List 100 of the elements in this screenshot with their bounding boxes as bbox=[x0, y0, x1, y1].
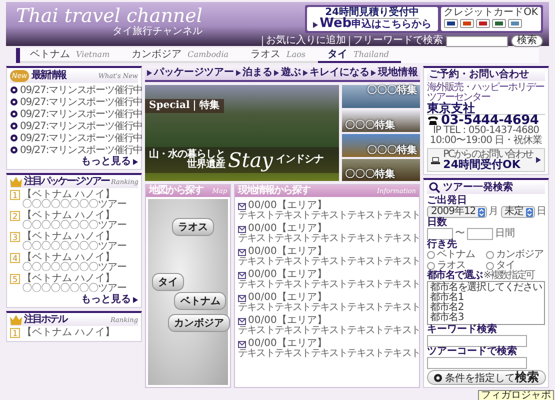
search-button[interactable]: 検索 bbox=[511, 35, 543, 47]
map-country-button[interactable]: ベトナム bbox=[174, 292, 226, 310]
arrow-icon bbox=[236, 70, 240, 76]
menu-link[interactable]: パッケージツアー bbox=[147, 68, 234, 78]
news-link[interactable]: 09/27:マリンスポーツ催行中 bbox=[20, 133, 143, 144]
field-note: ※複数指定可 bbox=[483, 271, 534, 281]
ranking-link[interactable]: 【ベトナム ハノイ】 bbox=[22, 274, 126, 284]
ranking-link[interactable]: 【ベトナム ハノイ】 bbox=[22, 190, 126, 200]
country-tab[interactable]: ラオス Laos bbox=[240, 48, 318, 63]
search-header: ツアー一発検索 bbox=[443, 182, 513, 192]
arrow-icon bbox=[133, 159, 138, 165]
info-text: テキストテキストテキストテキストテキスト bbox=[238, 233, 420, 244]
info-text: テキストテキストテキストテキストテキスト bbox=[238, 279, 420, 290]
info-link[interactable]: 00/00【エリア】 bbox=[248, 293, 327, 303]
pc-contact-button[interactable]: PCからのお問い合わせ 24時間受付OK bbox=[427, 148, 545, 172]
info-link[interactable]: 00/00【エリア】 bbox=[248, 201, 327, 211]
menu-link[interactable]: 現地情報 bbox=[371, 68, 418, 78]
arrow-icon bbox=[536, 157, 541, 163]
search-submit-button[interactable]: 条件を指定して検索 bbox=[427, 370, 546, 385]
radio-button[interactable] bbox=[486, 251, 494, 259]
credit-card-icon bbox=[508, 19, 522, 28]
ranking-link[interactable]: 〇〇〇〇〇〇〇〇ツアー bbox=[22, 263, 126, 273]
range-separator: 〜 bbox=[455, 229, 465, 239]
tour-code-field[interactable] bbox=[427, 357, 527, 369]
ranking-link[interactable]: 【ベトナム ハノイ】 bbox=[22, 253, 126, 263]
ranking-link[interactable]: 〇〇〇〇〇〇〇〇ツアー bbox=[22, 242, 126, 252]
feature-thumbnail[interactable]: 〇〇〇特集 bbox=[342, 110, 420, 132]
field-label: 日数 bbox=[427, 218, 448, 228]
menu-link[interactable]: 泊まる bbox=[236, 68, 272, 78]
info-text: テキストテキストテキストテキストテキスト bbox=[238, 348, 420, 359]
mail-icon bbox=[238, 226, 246, 232]
radio-button[interactable] bbox=[486, 262, 494, 270]
ranking-link[interactable]: 〇〇〇〇〇〇〇〇ツアー bbox=[22, 284, 126, 294]
field-label: 都市名で選ぶ bbox=[427, 271, 482, 281]
feature-thumbnail[interactable]: 〇〇〇特集 bbox=[342, 158, 420, 181]
more-link[interactable]: もっと見る bbox=[10, 295, 138, 305]
map-country-button[interactable]: ラオス bbox=[172, 218, 214, 236]
map-country-button[interactable]: カンボジア bbox=[168, 314, 230, 332]
info-link[interactable]: 00/00【エリア】 bbox=[248, 270, 327, 280]
rank-number: 4 bbox=[10, 253, 20, 263]
date-select[interactable]: 未定 bbox=[500, 206, 535, 218]
days-field[interactable] bbox=[467, 228, 493, 240]
header-link[interactable]: お気に入りに追加 bbox=[262, 36, 346, 46]
info-link[interactable]: 00/00【エリア】 bbox=[248, 339, 327, 349]
phone-number: 03-5444-4694 bbox=[441, 116, 539, 126]
info-link[interactable]: 00/00【エリア】 bbox=[248, 316, 327, 326]
bullet-icon bbox=[10, 122, 18, 130]
bullet-icon bbox=[10, 134, 18, 142]
ranking-link[interactable]: 【ベトナム ハノイ】 bbox=[22, 328, 116, 338]
ranking-link[interactable]: 〇〇〇〇〇〇〇〇ツアー bbox=[22, 200, 126, 210]
bullet-icon bbox=[10, 110, 18, 118]
site-subtitle: タイ旅行チャンネル bbox=[112, 27, 202, 37]
bullet-icon bbox=[10, 98, 18, 106]
date-select[interactable]: 2009年12 bbox=[427, 206, 487, 218]
country-tab[interactable]: ベトナム Vietnam bbox=[20, 48, 122, 63]
arrow-icon bbox=[147, 70, 152, 76]
feature-region: インドシナ bbox=[276, 155, 324, 165]
info-link[interactable]: 00/00【エリア】 bbox=[248, 224, 327, 234]
header-link[interactable]: フリーワードで検索 bbox=[349, 36, 443, 46]
field-label: ツアーコードで検索 bbox=[427, 347, 518, 357]
news-link[interactable]: 09/27:マリンスポーツ催行中 bbox=[20, 109, 143, 120]
country-tab[interactable]: カンボジア Cambodia bbox=[122, 48, 241, 63]
mail-icon bbox=[238, 202, 246, 210]
web-booking-banner[interactable]: 24時間見積り受付中 Web申込はこちらから bbox=[306, 7, 438, 31]
site-title: Thai travel channel bbox=[16, 7, 202, 26]
ranking-link[interactable]: 〇〇〇〇〇〇〇〇ツアー bbox=[22, 221, 126, 231]
days-field[interactable] bbox=[427, 228, 453, 240]
radio-button[interactable] bbox=[427, 262, 435, 270]
search-field[interactable] bbox=[446, 36, 508, 46]
office-hours: 10:00〜19:00 日・祝休業 bbox=[428, 136, 544, 146]
ranking-link[interactable]: 【ベトナム ハノイ】 bbox=[22, 211, 126, 221]
arrow-icon bbox=[371, 70, 376, 76]
radio-label: ラオス bbox=[437, 261, 466, 271]
stepper-icon bbox=[478, 208, 485, 216]
menu-link[interactable]: キレイになる bbox=[302, 68, 370, 78]
feature-thumbnail[interactable]: 〇〇〇特集 bbox=[342, 134, 420, 156]
credit-card-icon bbox=[460, 19, 474, 28]
keyword-field[interactable] bbox=[427, 335, 527, 347]
rank-number: 3 bbox=[10, 232, 20, 242]
phone-icon bbox=[427, 116, 439, 126]
card-label: クレジットカードOK bbox=[444, 8, 538, 18]
news-link[interactable]: 09/27:マリンスポーツ催行中 bbox=[20, 85, 143, 96]
contact-center: 海外販売・ハッピーホリデーツアーセンター bbox=[427, 83, 545, 103]
map-country-button[interactable]: タイ bbox=[152, 273, 184, 292]
rank-number: 1 bbox=[10, 328, 20, 338]
info-text: テキストテキストテキストテキストテキスト bbox=[238, 210, 420, 221]
info-link[interactable]: 00/00【エリア】 bbox=[248, 247, 327, 257]
news-link[interactable]: 09/27:マリンスポーツ催行中 bbox=[20, 145, 143, 156]
stepper-icon bbox=[526, 208, 533, 216]
news-link[interactable]: 09/27:マリンスポーツ催行中 bbox=[20, 121, 143, 132]
more-link[interactable]: もっと見る bbox=[10, 157, 138, 167]
mail-icon bbox=[238, 294, 246, 302]
city-listbox[interactable]: 都市名を選択してください 都市名1 都市名2 都市名3 bbox=[427, 281, 545, 325]
ranking-link[interactable]: 【ベトナム ハノイ】 bbox=[22, 232, 126, 242]
feature-badge: Special｜特集 bbox=[145, 99, 224, 113]
radio-button[interactable] bbox=[427, 251, 435, 259]
menu-link[interactable]: 遊ぶ bbox=[274, 68, 301, 78]
news-link[interactable]: 09/27:マリンスポーツ催行中 bbox=[20, 97, 143, 108]
arrow-icon bbox=[133, 297, 138, 303]
country-tab[interactable]: タイ Thailand bbox=[318, 48, 401, 63]
